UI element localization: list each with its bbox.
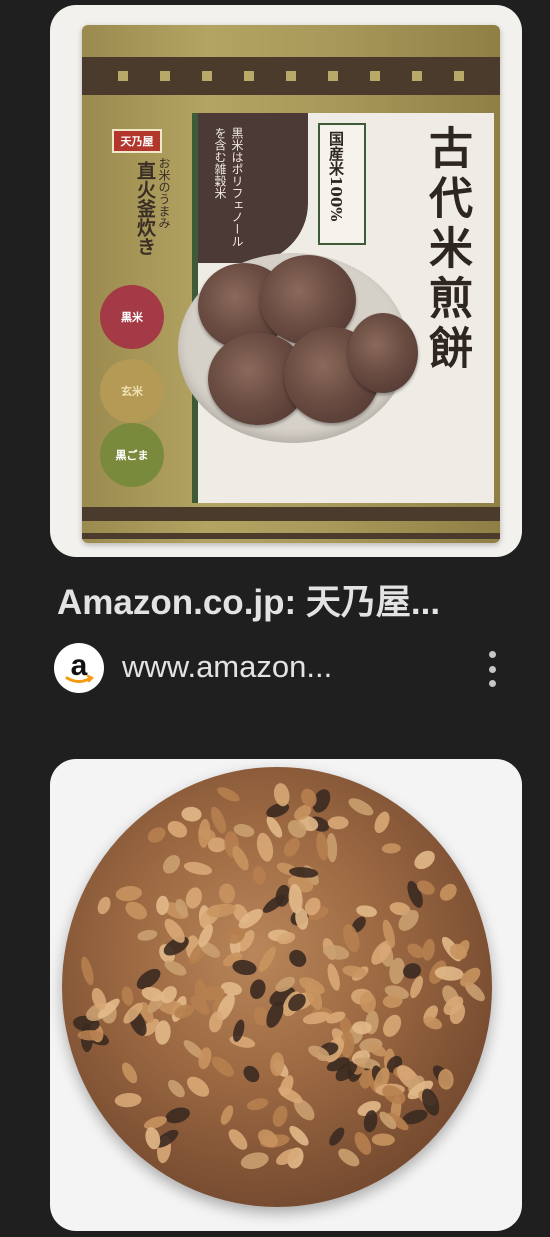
- result-source-row[interactable]: a www.amazon...: [54, 643, 514, 695]
- result-image-card-1[interactable]: 天乃屋 直火釜炊き お米のうまみ 黒米 玄米 黒ごま 黒米はポリフェノールを含む…: [50, 5, 522, 557]
- product-package-image: 天乃屋 直火釜炊き お米のうまみ 黒米 玄米 黒ごま 黒米はポリフェノールを含む…: [82, 25, 500, 543]
- source-name: www.amazon...: [122, 649, 333, 684]
- more-options-icon[interactable]: [479, 647, 505, 691]
- package-label-box: 国産米100%: [318, 123, 366, 245]
- package-top-band: [82, 57, 500, 95]
- result-image-card-2[interactable]: [50, 759, 522, 1231]
- package-bottom-line: [82, 533, 500, 539]
- package-side-text: 直火釜炊き: [134, 161, 156, 256]
- package-bottom-band: [82, 507, 500, 521]
- ingredient-circle-2: 玄米: [100, 359, 164, 423]
- package-side-subtext: お米のうまみ: [157, 157, 171, 229]
- package-window: 黒米はポリフェノールを含む雑穀米 国産米100% 古代米煎餅: [178, 113, 494, 503]
- result-title[interactable]: Amazon.co.jp: 天乃屋...: [57, 574, 517, 625]
- svg-text:a: a: [71, 649, 88, 682]
- package-product-name: 古代米煎餅: [421, 125, 472, 375]
- package-blob-text: 黒米はポリフェノールを含む雑穀米: [213, 127, 244, 247]
- ingredient-circle-1: 黒米: [100, 285, 164, 349]
- amazon-logo-icon: a: [54, 643, 104, 693]
- brand-badge: 天乃屋: [112, 129, 162, 153]
- rice-cracker-image: [62, 767, 492, 1207]
- ingredient-circle-3: 黒ごま: [100, 423, 164, 487]
